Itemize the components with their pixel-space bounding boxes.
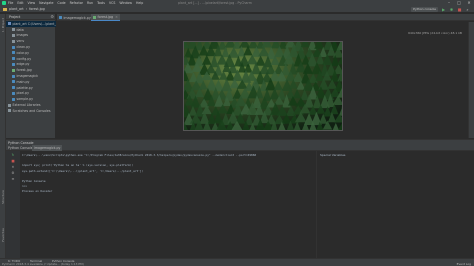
structure-tool-tab[interactable]: Structure bbox=[1, 190, 5, 204]
console-output[interactable]: C:\Users\...\venv\Scripts\python.exe "C:… bbox=[21, 151, 315, 258]
event-log-button[interactable]: Event Log bbox=[457, 262, 471, 266]
python-file-icon bbox=[12, 45, 15, 49]
menu-view[interactable]: View bbox=[28, 1, 36, 5]
special-variables-node[interactable]: Special Variables bbox=[320, 153, 345, 157]
tree-item-label: edge.py bbox=[16, 62, 30, 67]
breadcrumb-file[interactable]: forest.jpg bbox=[29, 7, 45, 11]
tree-item-label: palette.py bbox=[16, 85, 33, 90]
tree-item[interactable]: Scratches and Consoles bbox=[6, 108, 56, 114]
menu-edit[interactable]: Edit bbox=[17, 1, 23, 5]
menu-help[interactable]: Help bbox=[136, 1, 143, 5]
tree-item-label: imagemagick bbox=[16, 74, 39, 79]
favorites-tool-tab[interactable]: Favorites bbox=[1, 228, 5, 242]
tree-shape bbox=[342, 114, 343, 123]
tree-item-label: config.py bbox=[16, 56, 32, 61]
run-configuration-select[interactable]: Python console bbox=[411, 7, 438, 12]
python-file-icon bbox=[12, 57, 15, 61]
project-tree: plant_art C:\Users\...\plant_art data imag… bbox=[6, 21, 56, 114]
run-icon[interactable]: ▶ bbox=[441, 7, 446, 12]
image-file-icon bbox=[93, 15, 96, 19]
run-toolbar: Python console ▶ ✱ ■ ⌕ bbox=[411, 7, 470, 12]
project-panel-title[interactable]: Project bbox=[9, 15, 20, 19]
console-line: sys.path.extend(['C:\\Users\\...\\plant_… bbox=[22, 168, 144, 173]
image-viewer: 640x360 JPEG (24-bit color) 48.1 kB bbox=[57, 22, 474, 138]
breadcrumb: plant_art › forest.jpg bbox=[3, 7, 45, 11]
close-tab-icon[interactable]: × bbox=[115, 15, 118, 19]
folder-icon bbox=[8, 22, 11, 26]
folder-icon bbox=[3, 7, 7, 11]
editor-tab-forest[interactable]: forest.jpg × bbox=[91, 14, 120, 21]
close-console-icon[interactable]: ✕ bbox=[11, 165, 15, 169]
menu-run[interactable]: Run bbox=[87, 1, 93, 5]
menu-file[interactable]: File bbox=[8, 1, 13, 5]
editor-tabs: imagemagick.py × forest.jpg × bbox=[57, 14, 474, 21]
tree-item-label: venv bbox=[16, 39, 25, 44]
status-message[interactable]: PyCharm 2018.3.4 available // Update... … bbox=[2, 262, 84, 266]
console-line: import sys; print('Python %s on %s' % (s… bbox=[22, 163, 134, 168]
console-line: C:\Users\...\venv\Scripts\python.exe "C:… bbox=[22, 153, 257, 157]
search-icon[interactable]: ⌕ bbox=[465, 7, 470, 12]
python-file-icon bbox=[12, 80, 15, 84]
console-gutter: ↻ ■ ✕ ⚙ ≡ bbox=[6, 151, 20, 258]
python-file-icon bbox=[59, 16, 62, 19]
console-line: Python Console bbox=[22, 179, 46, 183]
python-file-icon bbox=[12, 86, 15, 90]
editor-tab-label: imagemagick.py bbox=[63, 15, 91, 20]
python-file-icon bbox=[12, 51, 15, 55]
project-tool-tab[interactable]: 1: Project bbox=[1, 18, 5, 32]
history-icon[interactable]: ≡ bbox=[11, 177, 15, 181]
folder-icon bbox=[12, 39, 15, 43]
viewer-right-strip bbox=[468, 22, 474, 138]
status-bar: PyCharm 2018.3.4 available // Update... … bbox=[0, 262, 474, 266]
tree-item-label: images bbox=[16, 33, 29, 38]
gear-icon[interactable]: ⚙ bbox=[50, 14, 54, 19]
breadcrumb-separator: › bbox=[25, 7, 28, 11]
pycharm-logo-icon bbox=[2, 1, 6, 5]
console-line: >>> bbox=[22, 184, 28, 189]
tree-item-label: data bbox=[16, 27, 24, 32]
menu-code[interactable]: Code bbox=[57, 1, 65, 5]
tree-item-label: clean.py bbox=[16, 45, 31, 50]
folder-icon bbox=[12, 33, 15, 37]
tree-item-label: sample.py bbox=[16, 97, 34, 102]
tree-item-label: pixel.py bbox=[16, 91, 29, 96]
tree-shape bbox=[342, 62, 343, 74]
stop-icon[interactable]: ■ bbox=[11, 159, 15, 163]
tree-item-label: plant_art C:\Users\...\plant_art bbox=[12, 21, 57, 26]
tree-item-label: Scratches and Consoles bbox=[12, 108, 51, 113]
console-line: Process on Decoder bbox=[22, 189, 53, 194]
variables-panel: Special Variables bbox=[316, 151, 474, 258]
python-file-icon bbox=[12, 91, 15, 95]
folder-icon bbox=[8, 103, 11, 107]
tree-item-label: External Libraries bbox=[12, 103, 41, 108]
menu-tools[interactable]: Tools bbox=[97, 1, 105, 5]
tree-item-label: main.py bbox=[16, 79, 30, 84]
stop-icon[interactable]: ■ bbox=[457, 7, 462, 12]
menu-vcs[interactable]: VCS bbox=[109, 1, 115, 5]
menu-navigate[interactable]: Navigate bbox=[39, 1, 53, 5]
python-file-icon bbox=[12, 62, 15, 66]
rerun-icon[interactable]: ↻ bbox=[11, 153, 15, 157]
folder-icon bbox=[8, 109, 11, 113]
settings-icon[interactable]: ⚙ bbox=[11, 171, 15, 175]
menu-window[interactable]: Window bbox=[119, 1, 132, 5]
forest-image bbox=[183, 41, 343, 131]
project-panel-header: Project ⚙ bbox=[6, 14, 56, 20]
navigation-bar: plant_art › forest.jpg Python console ▶ … bbox=[0, 6, 474, 13]
breadcrumb-project[interactable]: plant_art bbox=[9, 7, 24, 11]
menu-refactor[interactable]: Refactor bbox=[70, 1, 83, 5]
editor-tab-label: forest.jpg bbox=[97, 15, 114, 19]
debug-icon[interactable]: ✱ bbox=[449, 7, 454, 12]
project-panel: Project ⚙ plant_art C:\Users\...\plant_a… bbox=[6, 14, 56, 138]
python-file-icon bbox=[12, 97, 15, 101]
window-title: plant_art [...] - ...\pixelart\forest.jp… bbox=[178, 1, 252, 5]
tree-item-label: forest.jpg bbox=[16, 68, 32, 73]
menu-bar: File Edit View Navigate Code Refactor Ru… bbox=[8, 1, 143, 5]
python-file-icon bbox=[12, 74, 15, 78]
tree-item-label: color.py bbox=[16, 50, 29, 55]
folder-icon bbox=[12, 28, 15, 32]
image-info: 640x360 JPEG (24-bit color) 48.1 kB bbox=[408, 31, 462, 35]
image-file-icon bbox=[12, 68, 15, 72]
